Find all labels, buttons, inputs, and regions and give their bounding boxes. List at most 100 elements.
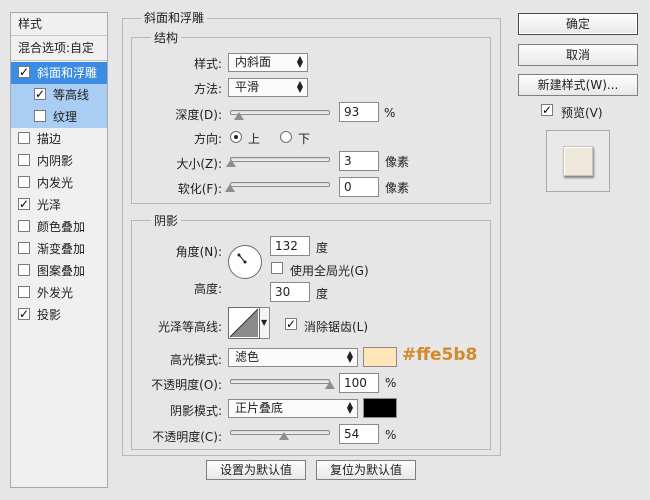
style-item-outer-glow[interactable]: 外发光 [11,282,107,304]
size-slider-thumb[interactable] [226,159,236,167]
updown-arrow-icon: ▲ ▼ [346,349,353,364]
style-item-label: 颜色叠加 [37,220,86,234]
direction-down-radio[interactable] [280,131,292,143]
style-item-label: 外发光 [37,286,74,300]
soften-unit: 像素 [385,181,410,195]
angle-dial-graphic [237,253,247,264]
new-style-button[interactable]: 新建样式(W)... [518,74,638,96]
style-item-inner-glow[interactable]: 内发光 [11,172,107,194]
ok-button[interactable]: 确定 [518,13,638,35]
gradient-overlay-checkbox[interactable] [18,242,30,254]
updown-arrow-icon: ▲ ▼ [346,400,353,415]
angle-unit: 度 [316,241,329,255]
size-slider[interactable] [230,157,330,162]
depth-slider-thumb[interactable] [234,112,244,120]
style-item-texture[interactable]: 纹理 [11,106,107,128]
depth-slider[interactable] [230,110,330,115]
shadow-opacity-thumb[interactable] [279,432,289,440]
shadow-opacity-label: 不透明度(C): [152,430,222,444]
bevel-emboss-checkbox[interactable]: ✓ [18,66,30,78]
inner-glow-checkbox[interactable] [18,176,30,188]
shading-title: 阴影 [151,212,182,229]
style-item-color-overlay[interactable]: 颜色叠加 [11,216,107,238]
style-item-label: 渐变叠加 [37,242,86,256]
global-light-label: 使用全局光(G) [290,264,369,278]
bevel-style-value: 内斜面 [235,55,272,69]
bevel-style-select[interactable]: 内斜面 ▲ ▼ [228,53,308,72]
style-item-label: 等高线 [53,88,90,102]
depth-label: 深度(D): [175,108,222,122]
inner-shadow-checkbox[interactable] [18,154,30,166]
style-item-label: 图案叠加 [37,264,86,278]
soften-slider[interactable] [230,182,330,187]
altitude-unit: 度 [316,287,329,301]
angle-input[interactable]: 132 [270,236,310,256]
anti-alias-checkbox[interactable]: ✓ [285,318,297,330]
highlight-opacity-label: 不透明度(O): [151,378,222,392]
contour-checkbox[interactable]: ✓ [34,88,46,100]
technique-select[interactable]: 平滑 ▲ ▼ [228,78,308,97]
highlight-opacity-slider[interactable] [230,379,330,384]
shadow-opacity-input[interactable]: 54 [339,424,379,444]
divider [11,60,107,61]
satin-checkbox[interactable]: ✓ [18,198,30,210]
style-item-pattern-overlay[interactable]: 图案叠加 [11,260,107,282]
highlight-color-swatch[interactable] [363,347,397,367]
preview-checkbox[interactable]: ✓ [541,104,553,116]
outer-glow-checkbox[interactable] [18,286,30,298]
soften-slider-thumb[interactable] [225,184,235,192]
make-default-button[interactable]: 设置为默认值 [206,460,306,480]
style-item-satin[interactable]: ✓ 光泽 [11,194,107,216]
style-preview-frame [546,130,610,192]
reset-default-button[interactable]: 复位为默认值 [316,460,416,480]
direction-up-radio[interactable] [230,131,242,143]
shadow-opacity-unit: % [385,428,397,442]
direction-up-label: 上 [248,132,261,146]
altitude-input[interactable]: 30 [270,282,310,302]
angle-label: 角度(N): [175,245,222,259]
global-light-checkbox[interactable] [271,262,283,274]
size-input[interactable]: 3 [339,151,379,171]
altitude-label: 高度: [193,282,222,296]
highlight-opacity-input[interactable]: 100 [339,373,379,393]
style-list: 样式 混合选项:自定 ✓ 斜面和浮雕 ✓ 等高线 纹理 描边 内阴影 内发光 ✓… [10,12,108,488]
style-item-bevel-emboss[interactable]: ✓ 斜面和浮雕 [11,62,107,84]
style-item-gradient-overlay[interactable]: 渐变叠加 [11,238,107,260]
angle-dial[interactable] [228,245,262,279]
technique-label: 方法: [193,82,222,96]
highlight-mode-select[interactable]: 滤色 ▲ ▼ [228,348,358,367]
gloss-contour-label: 光泽等高线: [157,320,222,334]
style-item-inner-shadow[interactable]: 内阴影 [11,150,107,172]
blend-options-item[interactable]: 混合选项:自定 [11,37,114,59]
panel-title: 斜面和浮雕 [141,9,208,26]
style-item-label: 内阴影 [37,154,74,168]
texture-checkbox[interactable] [34,110,46,122]
drop-shadow-checkbox[interactable]: ✓ [18,308,30,320]
style-preview-swatch [563,146,593,176]
size-label: 大小(Z): [176,157,222,171]
gloss-contour-swatch[interactable] [228,307,260,339]
stroke-checkbox[interactable] [18,132,30,144]
shadow-mode-select[interactable]: 正片叠底 ▲ ▼ [228,399,358,418]
direction-label: 方向: [193,132,222,146]
depth-input[interactable]: 93 [339,102,379,122]
style-item-label: 描边 [37,132,62,146]
contour-dropdown-button[interactable]: ▼ [260,307,270,339]
style-item-drop-shadow[interactable]: ✓ 投影 [11,304,107,326]
color-overlay-checkbox[interactable] [18,220,30,232]
style-item-stroke[interactable]: 描边 [11,128,107,150]
direction-down-label: 下 [298,132,311,146]
structure-title: 结构 [151,29,182,46]
shadow-color-swatch[interactable] [363,398,397,418]
depth-unit: % [384,106,396,120]
updown-arrow-icon: ▲ ▼ [296,79,303,94]
soften-label: 软化(F): [177,182,222,196]
updown-arrow-icon: ▲ ▼ [296,54,303,69]
pattern-overlay-checkbox[interactable] [18,264,30,276]
style-item-contour[interactable]: ✓ 等高线 [11,84,107,106]
cancel-button[interactable]: 取消 [518,44,638,66]
style-item-label: 投影 [37,308,62,322]
highlight-opacity-thumb[interactable] [325,381,335,389]
style-item-label: 光泽 [37,198,62,212]
soften-input[interactable]: 0 [339,177,379,197]
